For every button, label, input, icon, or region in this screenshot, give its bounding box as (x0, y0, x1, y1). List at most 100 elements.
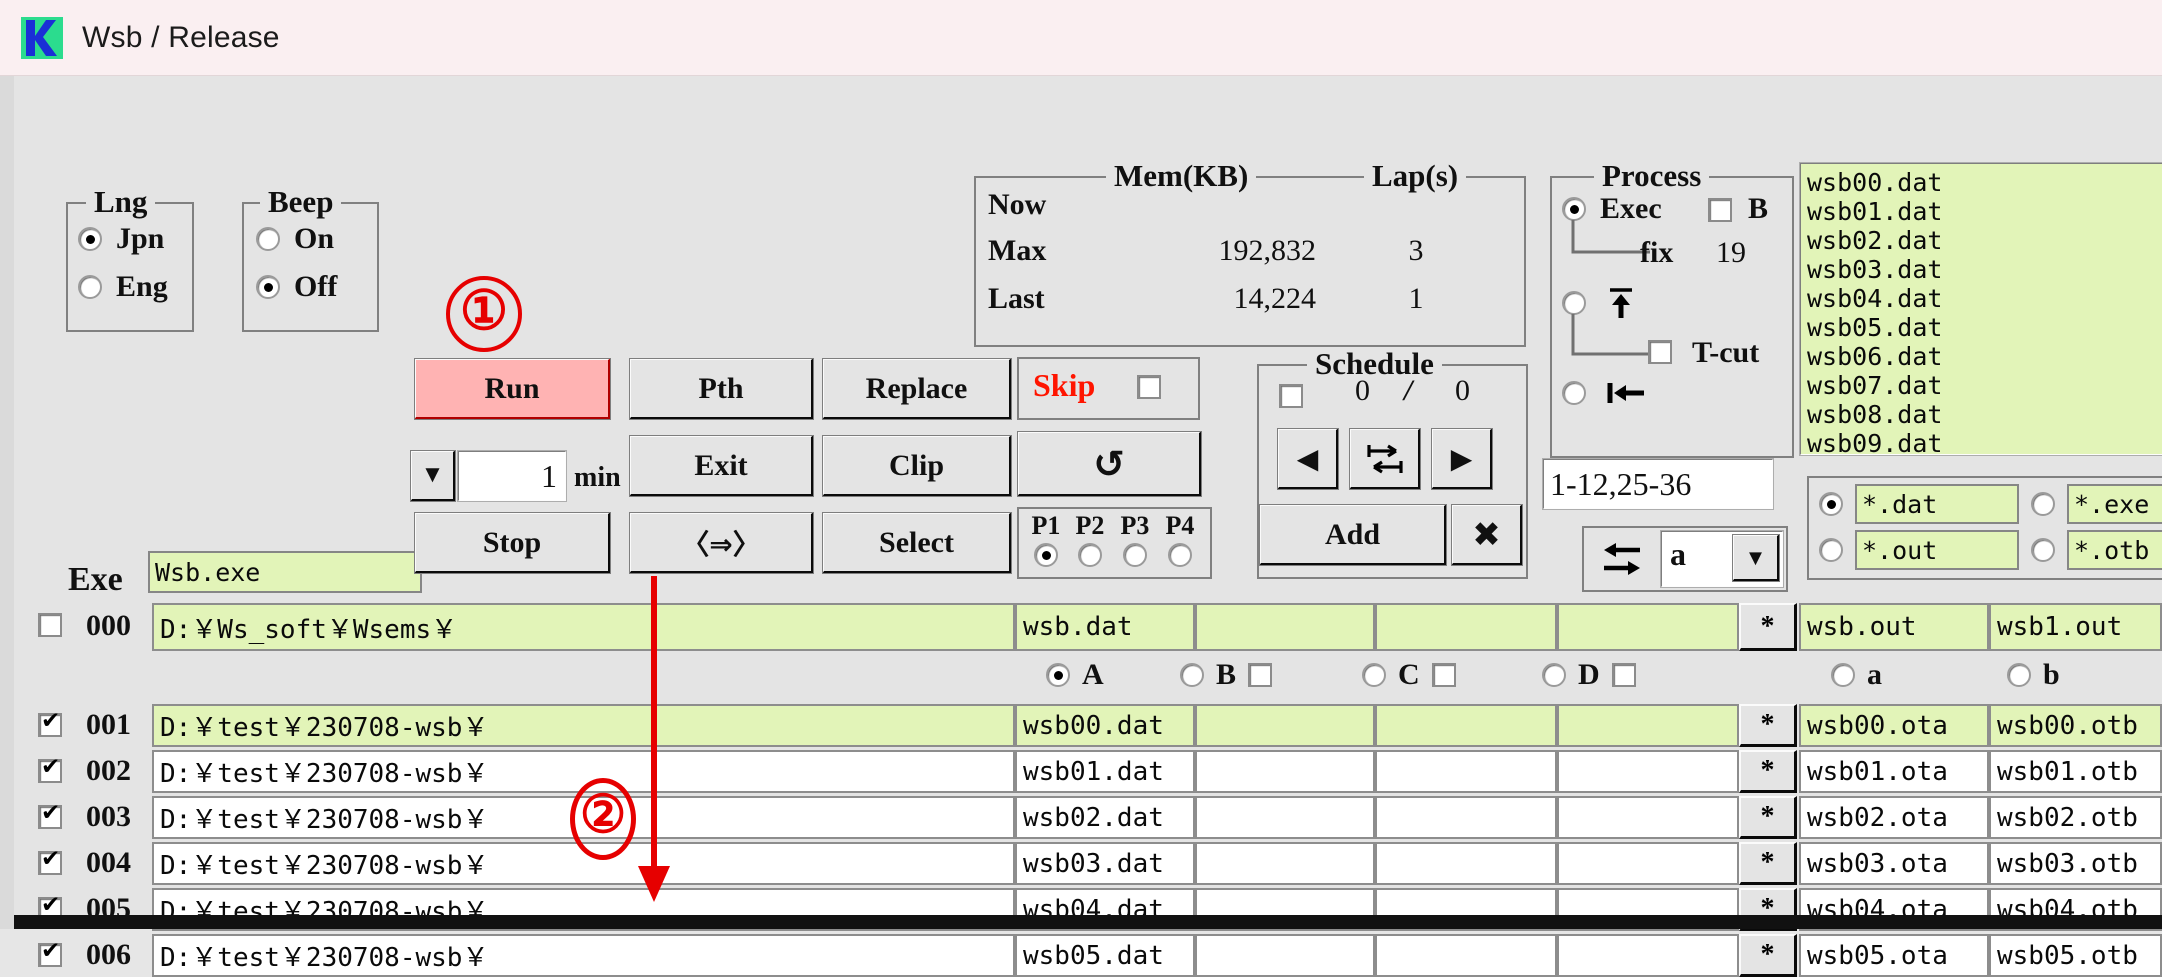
lng-option-eng[interactable]: Eng (78, 270, 168, 304)
radio-icon[interactable] (1562, 381, 1586, 405)
horizontal-scrollbar[interactable] (14, 915, 2162, 929)
row-c3-cell[interactable] (1375, 796, 1557, 839)
schedule-prev-button[interactable]: ◀ (1277, 428, 1339, 490)
exe-field[interactable]: Wsb.exe (148, 551, 422, 593)
process-b-checkbox[interactable] (1708, 198, 1732, 222)
variant-option-c[interactable]: C (1362, 658, 1456, 692)
replace-button[interactable]: Replace (822, 358, 1012, 420)
row-checkbox[interactable] (38, 708, 62, 737)
row-star-button[interactable]: * (1739, 603, 1797, 651)
table-row[interactable]: 002 D:￥test￥230708-wsb￥wsb01.dat wsb01.ota… (14, 750, 2162, 793)
radio-icon[interactable] (1168, 543, 1192, 567)
table-row[interactable]: 004 D:￥test￥230708-wsb￥wsb03.dat wsb03.ota… (14, 842, 2162, 885)
table-row[interactable]: 000 D:￥Ws_soft￥Wsems￥ wsb.dat * wsb.out … (14, 603, 2162, 651)
row-otb-cell[interactable]: wsb03.otb (1989, 842, 2162, 885)
row-checkbox[interactable] (38, 846, 62, 875)
file-list-item[interactable]: wsb06.dat (1807, 342, 2162, 371)
row-c2-cell[interactable] (1195, 603, 1375, 651)
radio-icon[interactable] (1542, 663, 1566, 687)
row-ota-cell[interactable]: wsb01.ota (1799, 750, 1989, 793)
row-path-cell[interactable]: D:￥test￥230708-wsb￥ (152, 796, 1015, 839)
radio-icon[interactable] (78, 275, 102, 299)
row-otb-cell[interactable]: wsb02.otb (1989, 796, 2162, 839)
row-c4-cell[interactable] (1557, 603, 1739, 651)
radio-icon[interactable] (1819, 492, 1843, 516)
select-button[interactable]: Select (822, 512, 1012, 574)
radio-icon[interactable] (1819, 538, 1843, 562)
row-otb-cell[interactable]: wsb05.otb (1989, 934, 2162, 977)
row-dat-cell[interactable]: wsb00.dat (1015, 704, 1195, 747)
variant-option-lower-a[interactable]: a (1831, 658, 1882, 692)
row-checkbox[interactable] (38, 800, 62, 829)
pth-button[interactable]: Pth (629, 358, 814, 420)
row-c2-cell[interactable] (1195, 704, 1375, 747)
file-list-item[interactable]: wsb01.dat (1807, 197, 2162, 226)
row-dat-cell[interactable]: wsb05.dat (1015, 934, 1195, 977)
run-button[interactable]: Run (414, 358, 611, 420)
row-star-button[interactable]: * (1739, 704, 1797, 747)
file-list-item[interactable]: wsb03.dat (1807, 255, 2162, 284)
radio-icon[interactable] (1078, 543, 1102, 567)
stop-button[interactable]: Stop (414, 512, 611, 574)
schedule-close-button[interactable]: ✖ (1451, 504, 1523, 566)
beep-option-on[interactable]: On (256, 222, 334, 256)
schedule-enable-checkbox[interactable] (1279, 384, 1303, 408)
variant-option-a[interactable]: A (1046, 658, 1104, 692)
row-otb-cell[interactable]: wsb01.otb (1989, 750, 2162, 793)
filter-dat-field[interactable]: *.dat (1855, 484, 2019, 524)
skip-checkbox[interactable] (1137, 375, 1161, 399)
radio-icon[interactable] (1562, 291, 1586, 315)
row-out-cell[interactable]: wsb.out (1799, 603, 1989, 651)
filter-otb-field[interactable]: *.otb (2067, 530, 2162, 570)
radio-icon[interactable] (78, 227, 102, 251)
row-c2-cell[interactable] (1195, 842, 1375, 885)
row-ota-cell[interactable]: wsb03.ota (1799, 842, 1989, 885)
process-range-input[interactable]: 1-12,25-36 (1542, 458, 1774, 510)
pbank-option-p2[interactable]: P2 (1071, 511, 1109, 567)
swapbox-dropdown-button[interactable]: ▼ (1732, 534, 1780, 582)
row-c3-cell[interactable] (1375, 750, 1557, 793)
row-checkbox[interactable] (38, 754, 62, 783)
row-path-cell[interactable]: D:￥test￥230708-wsb￥ (152, 750, 1015, 793)
variant-d-checkbox[interactable] (1611, 663, 1636, 687)
radio-icon[interactable] (1046, 663, 1070, 687)
row-checkbox[interactable] (38, 938, 62, 967)
schedule-swap-button[interactable] (1349, 428, 1421, 490)
row-star-button[interactable]: * (1739, 934, 1797, 977)
row-c2-cell[interactable] (1195, 934, 1375, 977)
arrow-button[interactable]: 〈⇒〉 (629, 512, 814, 574)
row-c3-cell[interactable] (1375, 842, 1557, 885)
process-tcut-checkbox[interactable] (1648, 340, 1672, 364)
timer-dropdown-button[interactable]: ▼ (410, 450, 456, 502)
radio-icon[interactable] (2031, 492, 2055, 516)
row-c4-cell[interactable] (1557, 796, 1739, 839)
process-option-home[interactable] (1562, 380, 1646, 406)
schedule-next-button[interactable]: ▶ (1431, 428, 1493, 490)
variant-option-lower-b[interactable]: b (2007, 658, 2060, 692)
radio-icon[interactable] (1034, 543, 1058, 567)
row-star-button[interactable]: * (1739, 796, 1797, 839)
clip-button[interactable]: Clip (822, 435, 1012, 497)
radio-icon[interactable] (1180, 663, 1204, 687)
table-row[interactable]: 001 D:￥test￥230708-wsb￥wsb00.dat wsb00.ota… (14, 704, 2162, 747)
file-list-item[interactable]: wsb05.dat (1807, 313, 2162, 342)
row-dat-cell[interactable]: wsb01.dat (1015, 750, 1195, 793)
radio-icon[interactable] (2031, 538, 2055, 562)
radio-icon[interactable] (1831, 663, 1855, 687)
filter-out-field[interactable]: *.out (1855, 530, 2019, 570)
row-dat-cell[interactable]: wsb03.dat (1015, 842, 1195, 885)
row-star-button[interactable]: * (1739, 750, 1797, 793)
row-c2-cell[interactable] (1195, 796, 1375, 839)
refresh-button[interactable]: ↺ (1017, 431, 1202, 497)
file-list-item[interactable]: wsb08.dat (1807, 400, 2162, 429)
row-ota-cell[interactable]: wsb05.ota (1799, 934, 1989, 977)
row-c4-cell[interactable] (1557, 934, 1739, 977)
file-list[interactable]: wsb00.dat wsb01.dat wsb02.dat wsb03.dat wsb0… (1799, 162, 2162, 458)
file-list-item[interactable]: wsb00.dat (1807, 168, 2162, 197)
row-ota-cell[interactable]: wsb02.ota (1799, 796, 1989, 839)
row-dat-cell[interactable]: wsb.dat (1015, 603, 1195, 651)
radio-icon[interactable] (256, 275, 280, 299)
variant-option-b[interactable]: B (1180, 658, 1273, 692)
schedule-add-button[interactable]: Add (1259, 504, 1447, 566)
beep-option-off[interactable]: Off (256, 270, 337, 304)
